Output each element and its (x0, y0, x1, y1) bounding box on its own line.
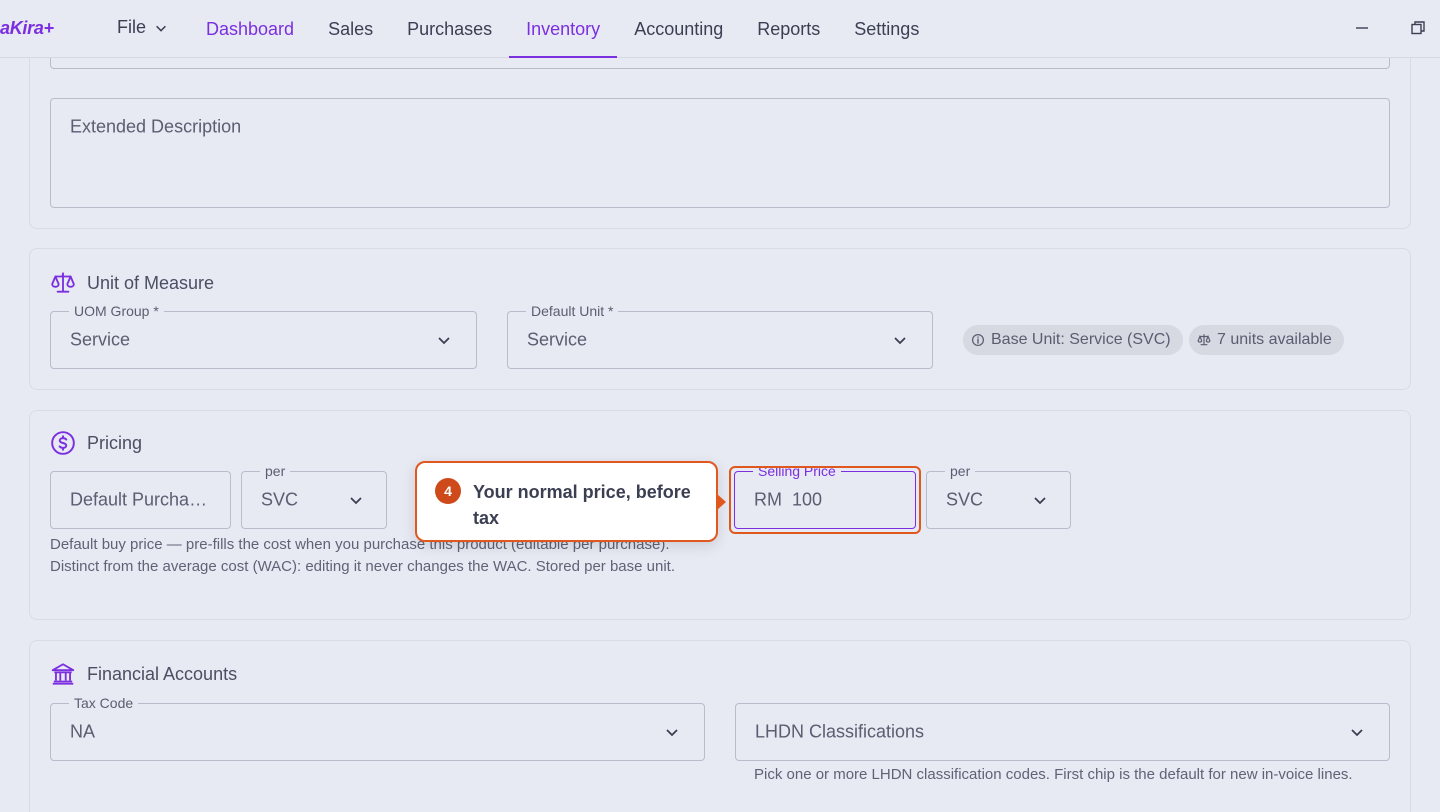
units-available-chip: 7 units available (1189, 325, 1344, 355)
nav-dashboard[interactable]: Dashboard (189, 0, 311, 58)
app-logo[interactable]: aKira+ (0, 18, 54, 39)
selling-unit-value: SVC (946, 489, 984, 510)
purchase-unit-select[interactable]: per SVC (241, 463, 387, 529)
tax-code-select[interactable]: Tax Code NA (50, 695, 705, 761)
lhdn-classifications-select[interactable]: LHDN Classifications (735, 703, 1390, 761)
chevron-down-icon (156, 25, 166, 32)
chevron-down-icon (350, 497, 362, 505)
chevron-down-icon (1034, 497, 1046, 505)
minimize-icon[interactable] (1354, 20, 1370, 36)
uom-group-label: UOM Group * (69, 303, 164, 319)
financial-section-title: Financial Accounts (50, 661, 237, 687)
nav-reports[interactable]: Reports (740, 0, 837, 58)
extended-description-field[interactable]: Extended Description (50, 98, 1390, 208)
restore-window-icon[interactable] (1410, 20, 1426, 36)
file-menu[interactable]: File (117, 17, 168, 38)
scale-icon (51, 272, 75, 293)
file-menu-label: File (117, 17, 147, 37)
lhdn-helper-text: Pick one or more LHDN classification cod… (754, 766, 1353, 783)
default-purchase-price-placeholder: Default Purcha… (70, 489, 208, 510)
uom-section-title: Unit of Measure (50, 270, 214, 296)
nav-sales[interactable]: Sales (311, 0, 390, 58)
units-available-label: 7 units available (1217, 331, 1332, 348)
tax-code-value: NA (70, 721, 96, 742)
chevron-down-icon (1351, 729, 1363, 737)
uom-group-value: Service (70, 329, 131, 350)
lhdn-classifications-placeholder: LHDN Classifications (755, 721, 925, 742)
tour-callout-text: Your normal price, before tax (473, 482, 691, 528)
pricing-panel (29, 410, 1411, 620)
nav-inventory[interactable]: Inventory (509, 0, 618, 58)
uom-title: Unit of Measure (87, 272, 215, 293)
nav-purchases[interactable]: Purchases (390, 0, 509, 58)
pricing-section-title: Pricing (50, 430, 142, 456)
default-purchase-price-input[interactable]: Default Purcha… (50, 471, 231, 529)
main-nav: Dashboard Sales Purchases Inventory Acco… (189, 0, 936, 58)
dollar-circle-icon (51, 431, 75, 455)
chevron-down-icon (666, 729, 678, 737)
base-unit-chip: Base Unit: Service (SVC) (963, 325, 1183, 355)
nav-accounting[interactable]: Accounting (617, 0, 740, 58)
purchase-unit-per-label: per (260, 463, 291, 479)
tour-callout: 4 Your normal price, before tax (415, 461, 726, 542)
tour-step-badge: 4 (435, 478, 461, 504)
base-unit-chip-label: Base Unit: Service (SVC) (991, 331, 1171, 348)
tax-code-label: Tax Code (69, 695, 139, 711)
chevron-down-icon (894, 337, 906, 345)
selling-unit-per-label: per (945, 463, 976, 479)
chevron-down-icon (438, 337, 450, 345)
scale-icon (1197, 334, 1211, 346)
purchase-unit-value: SVC (261, 489, 299, 510)
selling-unit-select[interactable]: per SVC (926, 463, 1071, 529)
top-bar: aKira+ File Dashboard Sales Purchases In… (0, 0, 1440, 58)
default-unit-select[interactable]: Default Unit * Service (507, 303, 933, 369)
tour-highlight-frame (729, 466, 921, 534)
nav-settings[interactable]: Settings (837, 0, 936, 58)
info-icon (971, 333, 985, 347)
default-unit-value: Service (527, 329, 588, 350)
pricing-title: Pricing (87, 432, 143, 453)
uom-group-select[interactable]: UOM Group * Service (50, 303, 477, 369)
bank-icon (51, 663, 75, 685)
financial-title: Financial Accounts (87, 663, 238, 684)
default-unit-label: Default Unit * (526, 303, 619, 319)
extended-description-placeholder: Extended Description (70, 116, 242, 137)
